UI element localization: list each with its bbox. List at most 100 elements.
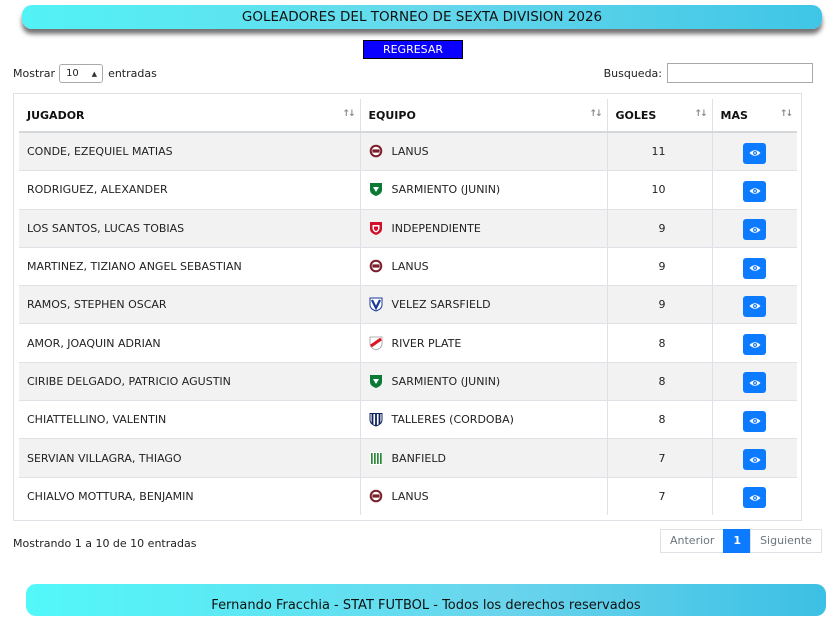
view-details-button[interactable] — [743, 487, 767, 509]
sort-icon: ↑↓ — [589, 109, 602, 119]
team-cell: SARMIENTO (JUNIN) — [359, 170, 607, 210]
view-details-button[interactable] — [743, 257, 767, 279]
details-cell — [711, 208, 797, 248]
goals-count: 8 — [606, 361, 712, 401]
details-cell — [711, 361, 797, 401]
view-details-button[interactable] — [743, 449, 767, 471]
table-row: CHIATTELLINO, VALENTIN TALLERES (CORDOBA)… — [19, 400, 797, 439]
lanus-crest-icon — [369, 489, 383, 504]
chevron-updown-icon: ▲︎ — [91, 69, 98, 78]
pagination: Anterior 1 Siguiente — [660, 529, 822, 553]
view-details-button[interactable] — [743, 372, 767, 394]
scorers-table-container: JUGADOR ↑↓ EQUIPO ↑↓ GOLES ↑↓ MAS ↑↓ CONDE, … — [13, 93, 802, 521]
team-name: SARMIENTO (JUNIN) — [391, 183, 501, 197]
sarmiento-crest-icon — [369, 182, 383, 197]
eye-icon — [749, 302, 761, 310]
player-name: LOS SANTOS, LUCAS TOBIAS — [19, 208, 360, 248]
player-name: AMOR, JOAQUIN ADRIAN — [19, 323, 360, 363]
talleres-crest-icon — [369, 412, 383, 427]
view-details-button[interactable] — [743, 334, 767, 356]
team-name: SARMIENTO (JUNIN) — [391, 374, 501, 388]
view-details-button[interactable] — [743, 219, 767, 241]
search-label: Busqueda: — [603, 66, 662, 80]
eye-icon — [749, 341, 761, 349]
goals-count: 8 — [606, 400, 712, 439]
previous-page-button[interactable]: Anterior — [660, 529, 725, 553]
eye-icon — [749, 379, 761, 387]
eye-icon — [749, 187, 761, 195]
details-cell — [711, 476, 797, 515]
team-name: LANUS — [391, 260, 429, 274]
team-cell: SARMIENTO (JUNIN) — [359, 361, 607, 401]
details-cell — [711, 246, 797, 286]
table-row: RODRIGUEZ, ALEXANDER SARMIENTO (JUNIN) 10 — [19, 170, 797, 210]
column-header-jugador[interactable]: JUGADOR ↑↓ — [19, 99, 360, 133]
page-length-select[interactable]: 10 ▲︎ — [59, 64, 104, 83]
team-name: LANUS — [391, 145, 429, 159]
column-header-equipo[interactable]: EQUIPO ↑↓ — [359, 99, 607, 133]
show-label: Mostrar — [13, 67, 56, 80]
goals-count: 7 — [606, 438, 712, 478]
goals-count: 11 — [606, 131, 712, 171]
table-row: RAMOS, STEPHEN OSCAR VELEZ SARSFIELD 9 — [19, 285, 797, 324]
player-name: RODRIGUEZ, ALEXANDER — [19, 170, 360, 210]
page-1-button[interactable]: 1 — [723, 529, 752, 553]
player-name: MARTINEZ, TIZIANO ANGEL SEBASTIAN — [19, 246, 360, 286]
sarmiento-crest-icon — [369, 374, 383, 389]
velez-crest-icon — [369, 297, 383, 312]
goals-count: 9 — [606, 246, 712, 286]
column-header-goles[interactable]: GOLES ↑↓ — [606, 99, 712, 133]
page-length-value: 10 — [66, 68, 79, 79]
details-cell — [711, 170, 797, 210]
next-page-button[interactable]: Siguiente — [750, 529, 822, 553]
team-cell: TALLERES (CORDOBA) — [359, 400, 607, 439]
view-details-button[interactable] — [743, 410, 767, 432]
team-name: LANUS — [391, 489, 429, 503]
team-cell: VELEZ SARSFIELD — [359, 285, 607, 324]
team-name: TALLERES (CORDOBA) — [391, 413, 514, 427]
team-cell: RIVER PLATE — [359, 323, 607, 363]
eye-icon — [749, 494, 761, 502]
team-name: INDEPENDIENTE — [391, 221, 481, 235]
search-input[interactable] — [667, 63, 813, 83]
player-name: CHIATTELLINO, VALENTIN — [19, 400, 360, 439]
independiente-crest-icon — [369, 221, 383, 236]
details-cell — [711, 131, 797, 171]
table-body: CONDE, EZEQUIEL MATIAS LANUS 11 RODRIGUEZ, … — [19, 131, 797, 515]
team-cell: INDEPENDIENTE — [359, 208, 607, 248]
back-button[interactable]: REGRESAR — [363, 40, 463, 59]
team-cell: BANFIELD — [359, 438, 607, 478]
sort-icon: ↑↓ — [342, 109, 355, 119]
eye-icon — [749, 417, 761, 425]
view-details-button[interactable] — [743, 295, 767, 317]
eye-icon — [749, 264, 761, 272]
goals-count: 9 — [606, 285, 712, 324]
lanus-crest-icon — [369, 259, 383, 274]
goals-count: 10 — [606, 170, 712, 210]
table-row: CIRIBE DELGADO, PATRICIO AGUSTIN SARMIENT… — [19, 361, 797, 401]
goals-count: 7 — [606, 476, 712, 515]
player-name: CHIALVO MOTTURA, BENJAMIN — [19, 476, 360, 515]
banfield-crest-icon — [369, 451, 383, 466]
view-details-button[interactable] — [743, 180, 767, 202]
table-summary: Mostrando 1 a 10 de 10 entradas — [13, 537, 197, 550]
player-name: SERVIAN VILLAGRA, THIAGO — [19, 438, 360, 478]
page-length-control: Mostrar 10 ▲︎ entradas — [13, 64, 157, 83]
team-name: BANFIELD — [391, 451, 446, 465]
eye-icon — [749, 456, 761, 464]
scorers-table: JUGADOR ↑↓ EQUIPO ↑↓ GOLES ↑↓ MAS ↑↓ CONDE, … — [19, 99, 797, 515]
table-row: CHIALVO MOTTURA, BENJAMIN LANUS 7 — [19, 476, 797, 515]
player-name: CIRIBE DELGADO, PATRICIO AGUSTIN — [19, 361, 360, 401]
page-title: GOLEADORES DEL TORNEO DE SEXTA DIVISION … — [22, 5, 822, 29]
team-cell: LANUS — [359, 476, 607, 515]
eye-icon — [749, 226, 761, 234]
column-header-mas[interactable]: MAS ↑↓ — [711, 99, 797, 133]
view-details-button[interactable] — [743, 142, 767, 164]
details-cell — [711, 400, 797, 439]
details-cell — [711, 285, 797, 324]
search-control: Busqueda: — [604, 63, 813, 83]
river-crest-icon — [369, 336, 383, 351]
player-name: CONDE, EZEQUIEL MATIAS — [19, 131, 360, 171]
table-row: CONDE, EZEQUIEL MATIAS LANUS 11 — [19, 131, 797, 171]
lanus-crest-icon — [369, 144, 383, 159]
